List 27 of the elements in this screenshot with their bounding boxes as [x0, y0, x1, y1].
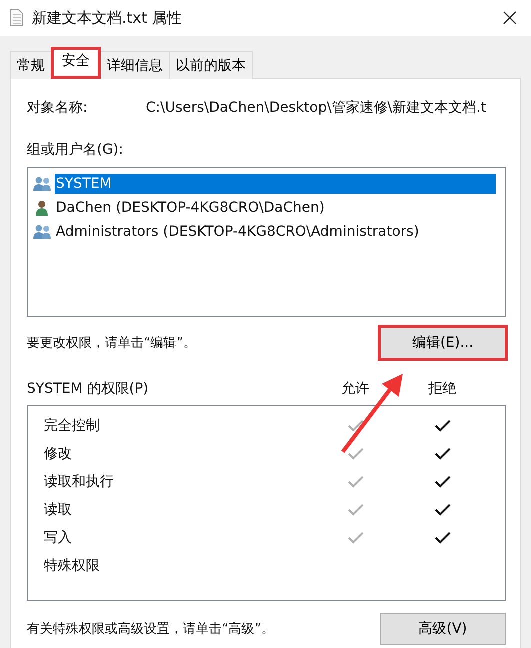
close-icon[interactable] — [503, 11, 517, 25]
permission-name: 读取 — [44, 501, 73, 519]
user-group-icon — [33, 224, 53, 240]
permission-name: 写入 — [44, 529, 73, 547]
column-header: 允许 — [340, 380, 370, 398]
permission-name: 特殊权限 — [44, 557, 101, 575]
edit-hint: 要更改权限，请单击“编辑”。 — [27, 335, 196, 352]
tab[interactable]: 安全 — [51, 47, 101, 79]
tab[interactable]: 以前的版本 — [169, 51, 253, 79]
user-group-icon — [33, 176, 53, 192]
permission-name: 完全控制 — [44, 417, 101, 435]
permission-name: 读取和执行 — [44, 473, 115, 491]
permissions-label: SYSTEM 的权限(P) — [27, 380, 150, 398]
window-title: 新建文本文档.txt 属性 — [32, 8, 184, 28]
permission-name: 修改 — [44, 445, 73, 463]
object-path: C:\Users\DaChen\Desktop\管家速修\新建文本文档.t — [146, 99, 486, 117]
column-header: 拒绝 — [428, 380, 458, 398]
advanced-button[interactable]: 高级(V) — [380, 613, 506, 645]
edit-button[interactable]: 编辑(E)... — [380, 327, 506, 359]
user-list-item[interactable]: Administrators (DESKTOP-4KG8CRO\Administrators) — [33, 220, 496, 244]
object-name-label: 对象名称: — [27, 99, 89, 117]
document-icon — [10, 9, 24, 27]
tab[interactable]: 常规 — [10, 51, 52, 79]
groups-label: 组或用户名(G): — [27, 141, 124, 159]
user-list-item[interactable]: DaChen (DESKTOP-4KG8CRO\DaChen) — [33, 196, 496, 220]
tab[interactable]: 详细信息 — [100, 51, 170, 79]
advanced-hint: 有关特殊权限或高级设置，请单击“高级”。 — [27, 621, 274, 638]
